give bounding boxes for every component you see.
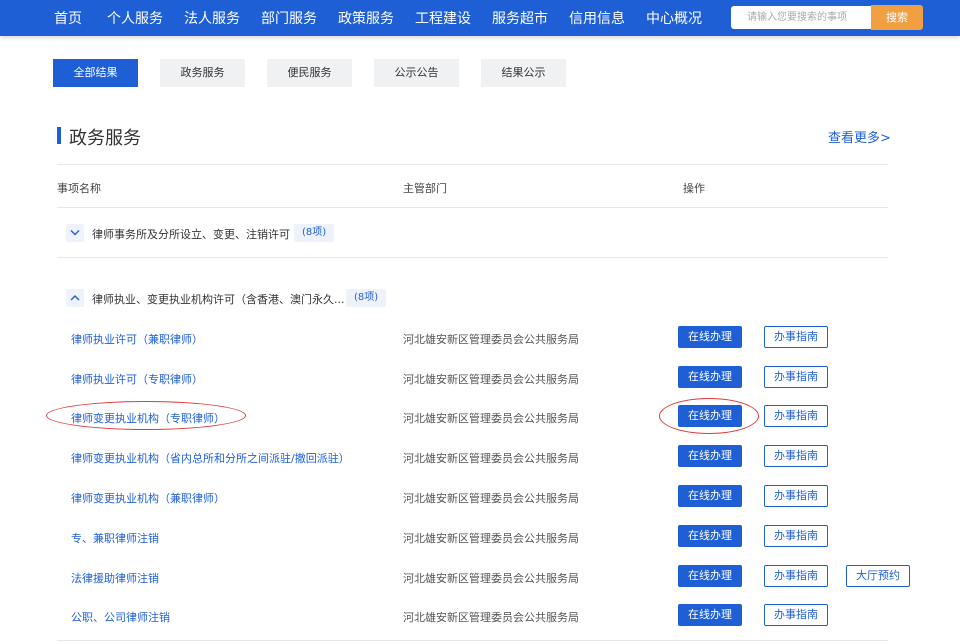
view-more-link[interactable]: 查看更多> <box>828 127 891 146</box>
item-department: 河北雄安新区管理委员会公共服务局 <box>403 412 579 425</box>
item-name-link[interactable]: 律师变更执业机构（兼职律师） <box>71 490 225 506</box>
service-guide-button[interactable]: 办事指南 <box>764 445 828 467</box>
item-name-link[interactable]: 律师执业许可（兼职律师） <box>71 331 203 347</box>
nav-department-services[interactable]: 部门服务 <box>261 0 317 36</box>
item-department: 河北雄安新区管理委员会公共服务局 <box>403 572 579 585</box>
tab-announcements[interactable]: 公示公告 <box>374 59 459 87</box>
column-header-ops: 操作 <box>683 182 705 195</box>
column-header-name: 事项名称 <box>57 182 101 195</box>
nav-policy-services[interactable]: 政策服务 <box>338 0 394 36</box>
column-header-dept: 主管部门 <box>403 182 447 195</box>
nav-center-overview[interactable]: 中心概况 <box>646 0 702 36</box>
item-department: 河北雄安新区管理委员会公共服务局 <box>403 611 579 624</box>
divider <box>57 164 888 165</box>
online-process-button[interactable]: 在线办理 <box>678 405 742 427</box>
chevron-up-icon <box>70 295 80 301</box>
hall-appointment-button[interactable]: 大厅预约 <box>846 565 910 587</box>
section-accent-bar <box>57 127 61 144</box>
online-process-button[interactable]: 在线办理 <box>678 445 742 467</box>
item-name-link[interactable]: 公职、公司律师注销 <box>71 609 170 625</box>
item-name-link[interactable]: 法律援助律师注销 <box>71 570 159 586</box>
item-name-link[interactable]: 律师变更执业机构（省内总所和分所之间派驻/撤回派驻） <box>71 450 350 466</box>
item-department: 河北雄安新区管理委员会公共服务局 <box>403 492 579 505</box>
group-title[interactable]: 律师执业、变更执业机构许可（含香港、澳门永久... <box>92 291 345 307</box>
chevron-down-icon <box>70 230 80 236</box>
online-process-button[interactable]: 在线办理 <box>678 604 742 626</box>
item-name-link[interactable]: 律师变更执业机构（专职律师） <box>71 410 225 426</box>
section-title: 政务服务 <box>69 128 141 149</box>
item-name-link[interactable]: 专、兼职律师注销 <box>71 530 159 546</box>
search-button[interactable]: 搜索 <box>871 5 923 30</box>
top-nav: 首页 个人服务 法人服务 部门服务 政策服务 工程建设 服务超市 信用信息 中心… <box>0 0 960 36</box>
service-guide-button[interactable]: 办事指南 <box>764 366 828 388</box>
service-guide-button[interactable]: 办事指南 <box>764 405 828 427</box>
tab-government-services[interactable]: 政务服务 <box>160 59 245 87</box>
divider <box>57 640 888 641</box>
service-guide-button[interactable]: 办事指南 <box>764 525 828 547</box>
item-name-link[interactable]: 律师执业许可（专职律师） <box>71 371 203 387</box>
group-title[interactable]: 律师事务所及分所设立、变更、注销许可 <box>92 226 290 242</box>
item-department: 河北雄安新区管理委员会公共服务局 <box>403 532 579 545</box>
nav-engineering[interactable]: 工程建设 <box>415 0 471 36</box>
tab-all-results[interactable]: 全部结果 <box>53 59 138 87</box>
item-department: 河北雄安新区管理委员会公共服务局 <box>403 452 579 465</box>
search-input[interactable] <box>731 6 871 29</box>
service-guide-button[interactable]: 办事指南 <box>764 604 828 626</box>
expand-toggle[interactable] <box>66 224 84 242</box>
service-guide-button[interactable]: 办事指南 <box>764 485 828 507</box>
nav-service-market[interactable]: 服务超市 <box>492 0 548 36</box>
nav-home[interactable]: 首页 <box>54 0 82 36</box>
divider <box>57 207 888 208</box>
nav-credit-info[interactable]: 信用信息 <box>569 0 625 36</box>
tab-convenience-services[interactable]: 便民服务 <box>267 59 352 87</box>
online-process-button[interactable]: 在线办理 <box>678 326 742 348</box>
item-department: 河北雄安新区管理委员会公共服务局 <box>403 333 579 346</box>
collapse-toggle[interactable] <box>66 289 84 307</box>
service-guide-button[interactable]: 办事指南 <box>764 565 828 587</box>
divider <box>57 257 888 258</box>
online-process-button[interactable]: 在线办理 <box>678 525 742 547</box>
service-guide-button[interactable]: 办事指南 <box>764 326 828 348</box>
online-process-button[interactable]: 在线办理 <box>678 565 742 587</box>
nav-legal-person-services[interactable]: 法人服务 <box>184 0 240 36</box>
count-badge: (8项) <box>346 289 387 307</box>
online-process-button[interactable]: 在线办理 <box>678 366 742 388</box>
nav-personal-services[interactable]: 个人服务 <box>107 0 163 36</box>
item-department: 河北雄安新区管理委员会公共服务局 <box>403 373 579 386</box>
tab-result-publicity[interactable]: 结果公示 <box>481 59 566 87</box>
online-process-button[interactable]: 在线办理 <box>678 485 742 507</box>
count-badge: (8项) <box>294 224 335 242</box>
